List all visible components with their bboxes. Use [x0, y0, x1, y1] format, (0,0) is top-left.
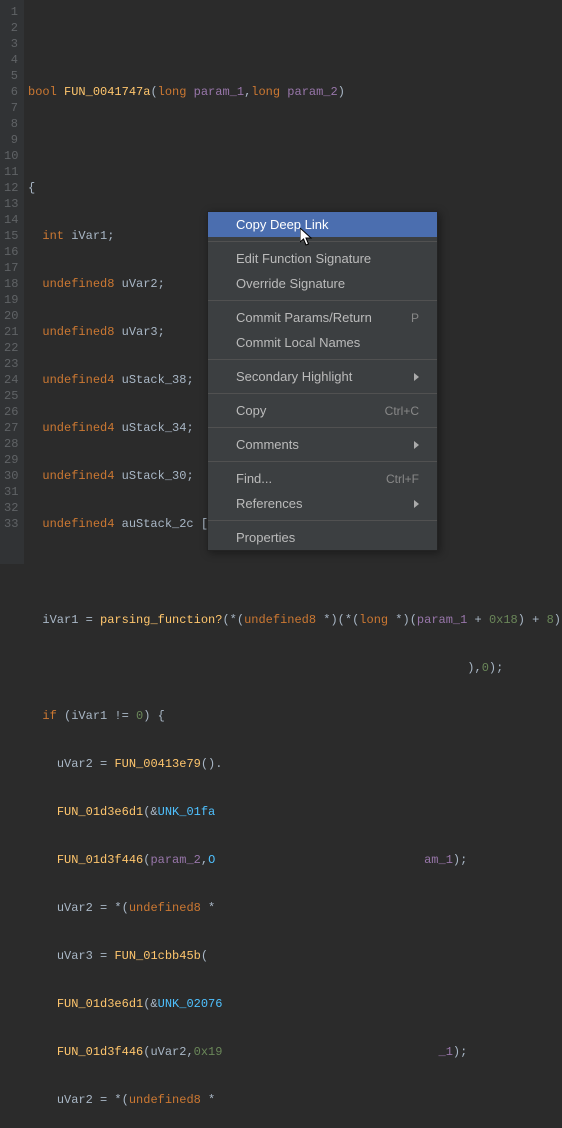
menu-shortcut: Ctrl+F [386, 472, 419, 486]
line-number: 19 [4, 292, 18, 308]
line-number: 11 [4, 164, 18, 180]
menu-separator [208, 241, 437, 242]
menu-label: Comments [236, 437, 299, 452]
line-number: 15 [4, 228, 18, 244]
line-number: 2 [4, 20, 18, 36]
menu-label: Copy Deep Link [236, 217, 329, 232]
menu-copy[interactable]: Copy Ctrl+C [208, 398, 437, 423]
menu-label: Override Signature [236, 276, 345, 291]
menu-copy-deep-link[interactable]: Copy Deep Link [208, 212, 437, 237]
menu-separator [208, 427, 437, 428]
menu-separator [208, 359, 437, 360]
menu-commit-params[interactable]: Commit Params/Return P [208, 305, 437, 330]
line-number: 7 [4, 100, 18, 116]
menu-properties[interactable]: Properties [208, 525, 437, 550]
line-number: 17 [4, 260, 18, 276]
menu-separator [208, 393, 437, 394]
context-menu: Copy Deep Link Edit Function Signature O… [207, 211, 438, 551]
menu-secondary-highlight[interactable]: Secondary Highlight [208, 364, 437, 389]
line-number: 4 [4, 52, 18, 68]
menu-separator [208, 461, 437, 462]
line-number: 5 [4, 68, 18, 84]
line-number: 13 [4, 196, 18, 212]
line-number: 29 [4, 452, 18, 468]
line-number: 27 [4, 420, 18, 436]
menu-label: Edit Function Signature [236, 251, 371, 266]
line-number: 12 [4, 180, 18, 196]
function-call[interactable]: parsing_function? [100, 613, 222, 627]
chevron-right-icon [414, 441, 419, 449]
menu-label: References [236, 496, 302, 511]
menu-label: Secondary Highlight [236, 369, 352, 384]
menu-label: Commit Params/Return [236, 310, 372, 325]
line-number: 14 [4, 212, 18, 228]
line-number: 28 [4, 436, 18, 452]
menu-shortcut: P [411, 311, 419, 325]
function-name[interactable]: FUN_0041747a [64, 85, 150, 99]
menu-comments[interactable]: Comments [208, 432, 437, 457]
menu-references[interactable]: References [208, 491, 437, 516]
line-number: 9 [4, 132, 18, 148]
line-number: 31 [4, 484, 18, 500]
menu-label: Copy [236, 403, 266, 418]
line-number: 30 [4, 468, 18, 484]
menu-commit-locals[interactable]: Commit Local Names [208, 330, 437, 355]
line-number: 18 [4, 276, 18, 292]
line-number: 20 [4, 308, 18, 324]
menu-separator [208, 520, 437, 521]
line-number: 10 [4, 148, 18, 164]
chevron-right-icon [414, 373, 419, 381]
chevron-right-icon [414, 500, 419, 508]
menu-label: Commit Local Names [236, 335, 360, 350]
menu-label: Find... [236, 471, 272, 486]
line-number: 33 [4, 516, 18, 532]
menu-find[interactable]: Find... Ctrl+F [208, 466, 437, 491]
line-number: 32 [4, 500, 18, 516]
keyword: bool [28, 85, 57, 99]
line-gutter: 1 2 3 4 5 6 7 8 9 10 11 12 13 14 15 16 1… [0, 0, 24, 564]
line-number: 1 [4, 4, 18, 20]
line-number: 3 [4, 36, 18, 52]
menu-label: Properties [236, 530, 295, 545]
line-number: 23 [4, 356, 18, 372]
line-number: 24 [4, 372, 18, 388]
menu-shortcut: Ctrl+C [385, 404, 419, 418]
line-number: 6 [4, 84, 18, 100]
line-number: 26 [4, 404, 18, 420]
line-number: 22 [4, 340, 18, 356]
line-number: 21 [4, 324, 18, 340]
menu-separator [208, 300, 437, 301]
line-number: 25 [4, 388, 18, 404]
menu-edit-signature[interactable]: Edit Function Signature [208, 246, 437, 271]
line-number: 8 [4, 116, 18, 132]
line-number: 16 [4, 244, 18, 260]
menu-override-signature[interactable]: Override Signature [208, 271, 437, 296]
